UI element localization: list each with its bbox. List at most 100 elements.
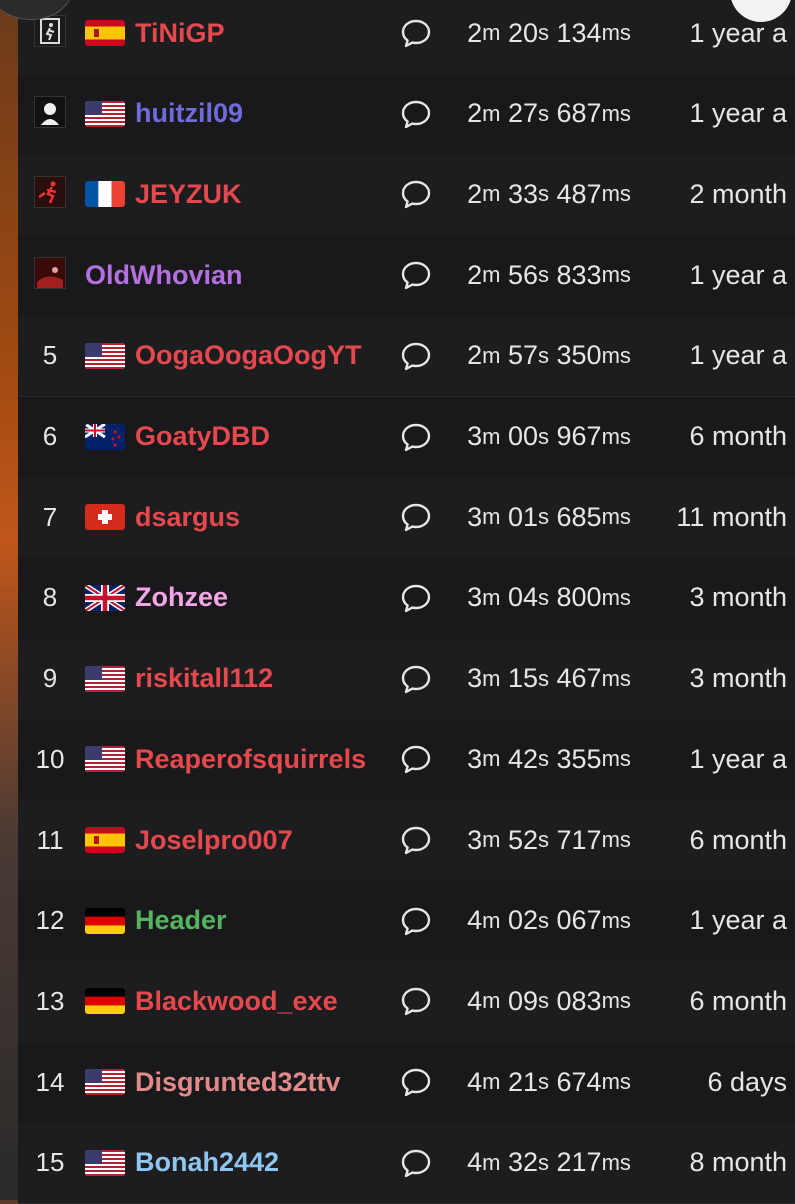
run-age-text: 3 month [689,582,787,613]
run-age: 1 year a [660,235,795,315]
flag-fr-icon [85,181,125,208]
time-milliseconds: 067 [556,905,602,936]
leaderboard-row[interactable]: 5 OogaOogaOogYT 2 m 57 s 350 ms 1 year a [18,315,795,398]
player-name[interactable]: huitzil09 [135,74,243,154]
time-milliseconds: 833 [556,259,602,290]
leaderboard-row[interactable]: 10 Reaperofsquirrels 3 m 42 s 355 ms 1 year a [18,719,795,801]
run-time[interactable]: 3m 01 s 685 ms [438,477,660,557]
time-minutes: 2 [467,178,483,209]
leaderboard-row[interactable]: 7 dsargus 3 m 01 s 685 ms 11 month [18,477,795,559]
silhouette-icon [34,95,66,128]
player-name[interactable]: Blackwood_exe [135,961,338,1041]
time-minutes: 3 [467,663,483,694]
run-time[interactable]: 3m 42 s 355 ms [438,719,660,799]
run-age: 3 month [660,558,795,638]
comment-icon[interactable] [400,985,432,1017]
player-name[interactable]: OogaOogaOogYT [135,316,362,396]
time-minutes: 3 [467,501,483,532]
leaderboard-row[interactable]: 8 Zohzee 3 m 04 s 800 ms 3 month [18,557,795,640]
run-age: 1 year a [660,74,795,154]
comment-icon[interactable] [400,421,432,453]
comment-icon[interactable] [400,340,432,372]
run-time[interactable]: 4m 32 s 217 ms [438,1123,660,1203]
player-name[interactable]: GoatyDBD [135,397,270,477]
player-name[interactable]: Disgrunted32ttv [135,1042,341,1122]
player-name[interactable]: Reaperofsquirrels [135,719,366,799]
player-name[interactable]: Zohzee [135,558,228,638]
flag-us-icon [85,746,125,773]
run-age-text: 6 month [689,985,787,1016]
comment-icon[interactable] [400,824,432,856]
run-age-text: 2 month [689,178,787,209]
run-time[interactable]: 3m 00 s 967 ms [438,397,660,477]
run-time[interactable]: 2m 56 s 833 ms [438,235,660,315]
run-time[interactable]: 2m 33 s 487 ms [438,154,660,234]
time-minutes: 3 [467,421,483,451]
leaderboard-row[interactable]: 6 GoatyDBD 3 m 00 s 967 ms 6 month [18,396,795,479]
time-milliseconds: 350 [556,340,602,371]
leaderboard-row[interactable]: 15 Bonah2442 4 m 32 s 217 ms 8 month [18,1122,795,1204]
leaderboard-row[interactable]: 11 Joselpro007 3 m 52 s 717 ms 6 month [18,800,795,882]
run-time[interactable]: 2m 57 s 350 ms [438,316,660,396]
time-seconds: 01 [507,501,538,532]
comment-icon[interactable] [400,259,432,291]
leaderboard-row[interactable]: 14 Disgrunted32ttv 4 m 21 s 674 ms 6 days [18,1042,795,1124]
time-minutes: 2 [467,259,483,290]
time-minutes: 4 [467,905,483,936]
comment-icon[interactable] [400,582,432,614]
leaderboard-row[interactable]: 9 riskitall112 3 m 15 s 467 ms 3 month [18,638,795,721]
leaderboard-row[interactable]: JEYZUK 2 m 33 s 487 ms 2 month [18,154,795,237]
comment-icon[interactable] [400,1066,432,1098]
comment-icon[interactable] [400,501,432,533]
leaderboard-row[interactable]: 13 Blackwood_exe 4 m 09 s 083 ms 6 month [18,961,795,1044]
player-name[interactable]: OldWhovian [85,235,243,315]
time-minutes: 4 [467,985,483,1016]
run-age: 1 year a [660,316,795,396]
player-name[interactable]: Joselpro007 [135,800,293,880]
run-age: 11 month [660,477,795,557]
run-age-text: 1 year a [689,259,787,290]
leaderboard-row[interactable]: 12 Header 4 m 02 s 067 ms 1 year a [18,880,795,963]
comment-icon[interactable] [400,17,432,49]
time-milliseconds: 674 [556,1066,602,1097]
run-time[interactable]: 2m 27 s 687 ms [438,74,660,154]
player-name[interactable]: TiNiGP [135,0,225,73]
time-seconds: 00 [507,421,538,451]
run-time[interactable]: 4m 21 s 674 ms [438,1042,660,1122]
run-age-text: 1 year a [689,743,787,774]
run-age-text: 11 month [676,501,787,532]
time-milliseconds: 355 [556,743,602,774]
run-time[interactable]: 3m 52 s 717 ms [438,800,660,880]
run-time[interactable]: 3m 15 s 467 ms [438,639,660,719]
leaderboard-row[interactable]: OldWhovian 2 m 56 s 833 ms 1 year a [18,235,795,317]
comment-icon[interactable] [400,905,432,937]
leaderboard-row[interactable]: huitzil09 2 m 27 s 687 ms 1 year a [18,73,795,156]
time-milliseconds: 685 [556,501,602,532]
time-seconds: 27 [507,98,538,129]
flag-nz-icon [85,423,125,450]
player-name[interactable]: riskitall112 [135,639,273,719]
comment-icon[interactable] [400,1147,432,1179]
run-time[interactable]: 4m 09 s 083 ms [438,961,660,1041]
run-age: 1 year a [660,719,795,799]
comment-icon[interactable] [400,178,432,210]
time-seconds: 42 [507,743,538,774]
flag-de-icon [85,988,125,1015]
run-time[interactable]: 4m 02 s 067 ms [438,881,660,961]
player-name[interactable]: Header [135,881,227,961]
time-seconds: 32 [507,1147,538,1178]
player-name[interactable]: JEYZUK [135,154,242,234]
time-minutes: 4 [467,1147,483,1178]
player-name[interactable]: dsargus [135,477,240,557]
time-minutes: 2 [467,340,483,371]
run-time[interactable]: 2m 20 s 134 ms [438,0,660,73]
runner-icon [34,15,66,47]
run-age-text: 1 year a [689,17,787,48]
player-name[interactable]: Bonah2442 [135,1123,279,1203]
leaderboard-row[interactable]: TiNiGP 2 m 20 s 134 ms 1 year a [18,0,795,75]
comment-icon[interactable] [400,98,432,130]
comment-icon[interactable] [400,743,432,775]
flag-gb-icon [85,584,125,611]
comment-icon[interactable] [400,663,432,695]
run-time[interactable]: 3m 04 s 800 ms [438,558,660,638]
